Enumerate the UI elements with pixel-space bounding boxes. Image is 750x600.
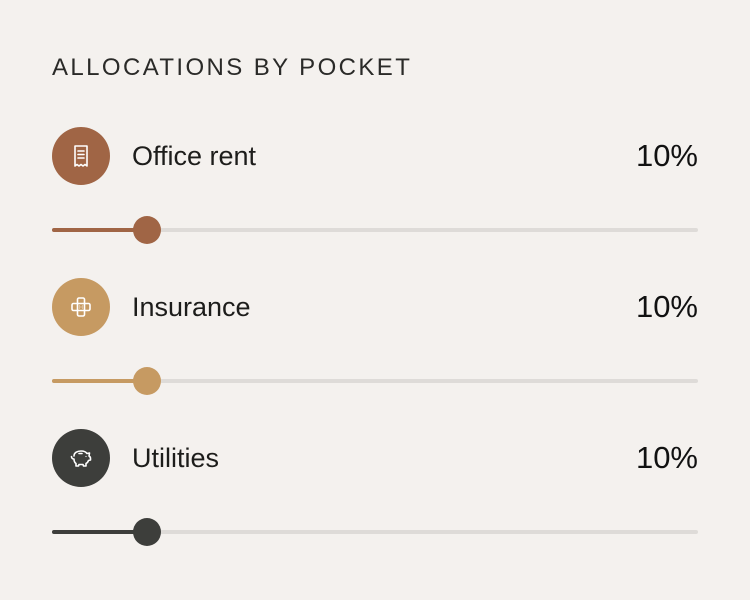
- bandage-icon: [52, 278, 110, 336]
- slider-thumb[interactable]: [132, 518, 161, 546]
- pocket-insurance: Insurance 10%: [52, 278, 698, 398]
- pocket-name: Insurance: [132, 292, 251, 322]
- pocket-name: Office rent: [132, 141, 257, 171]
- slider-thumb[interactable]: [132, 216, 161, 244]
- allocation-slider-insurance[interactable]: [52, 366, 698, 396]
- pocket-percent: 10%: [635, 138, 698, 173]
- piggy-bank-icon: [52, 429, 110, 487]
- allocation-slider-utilities[interactable]: [52, 517, 698, 547]
- allocation-slider-office-rent[interactable]: [52, 215, 698, 245]
- pocket-percent: 10%: [635, 440, 698, 475]
- pocket-office-rent: Office rent 10%: [52, 127, 698, 247]
- receipt-icon: [52, 127, 110, 185]
- pocket-utilities: Utilities 10%: [52, 429, 698, 549]
- section-title: ALLOCATIONS BY POCKET: [52, 54, 413, 81]
- slider-thumb[interactable]: [132, 367, 161, 395]
- pocket-percent: 10%: [635, 289, 698, 324]
- pocket-name: Utilities: [132, 443, 220, 473]
